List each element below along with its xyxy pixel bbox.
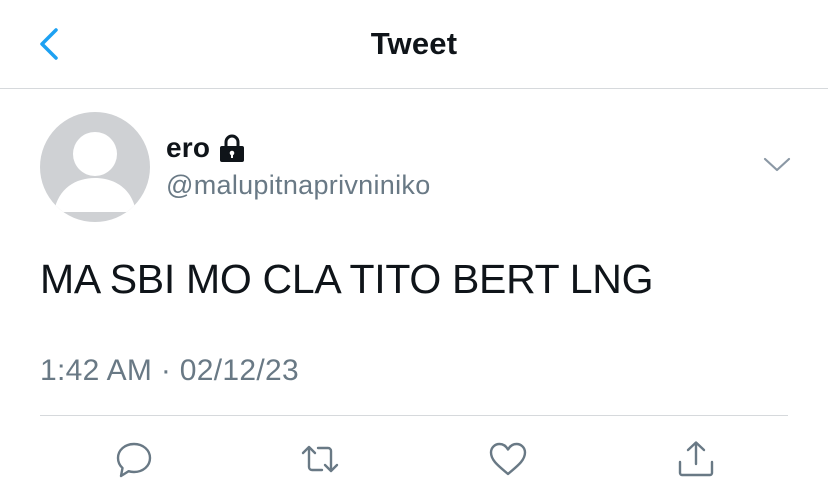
tweet-date: 02/12/23 [179, 354, 299, 387]
page-title: Tweet [370, 26, 458, 61]
tweet-timestamp: 1:42 AM · 02/12/23 [40, 354, 299, 388]
like-button[interactable] [486, 436, 530, 482]
lock-icon [220, 134, 245, 162]
retweet-button[interactable] [298, 436, 342, 482]
top-bar: Tweet [0, 0, 828, 89]
more-options-button[interactable] [760, 150, 794, 180]
default-avatar-icon [54, 132, 136, 212]
author-name[interactable]: ero [166, 132, 210, 164]
timestamp-separator: · [160, 354, 172, 387]
heart-icon [489, 442, 527, 476]
share-button[interactable] [674, 436, 718, 482]
divider [40, 415, 788, 416]
chevron-down-icon [763, 157, 791, 172]
tweet-text: MA SBI MO CLA TITO BERT LNG [40, 256, 654, 302]
author-handle[interactable]: @malupitnaprivniniko [166, 170, 431, 201]
retweet-icon [301, 445, 339, 473]
author-row: ero [166, 130, 246, 166]
avatar[interactable] [40, 112, 150, 222]
reply-button[interactable] [112, 436, 156, 482]
reply-icon [116, 442, 152, 478]
tweet-time: 1:42 AM [40, 354, 153, 387]
share-icon [678, 441, 714, 477]
